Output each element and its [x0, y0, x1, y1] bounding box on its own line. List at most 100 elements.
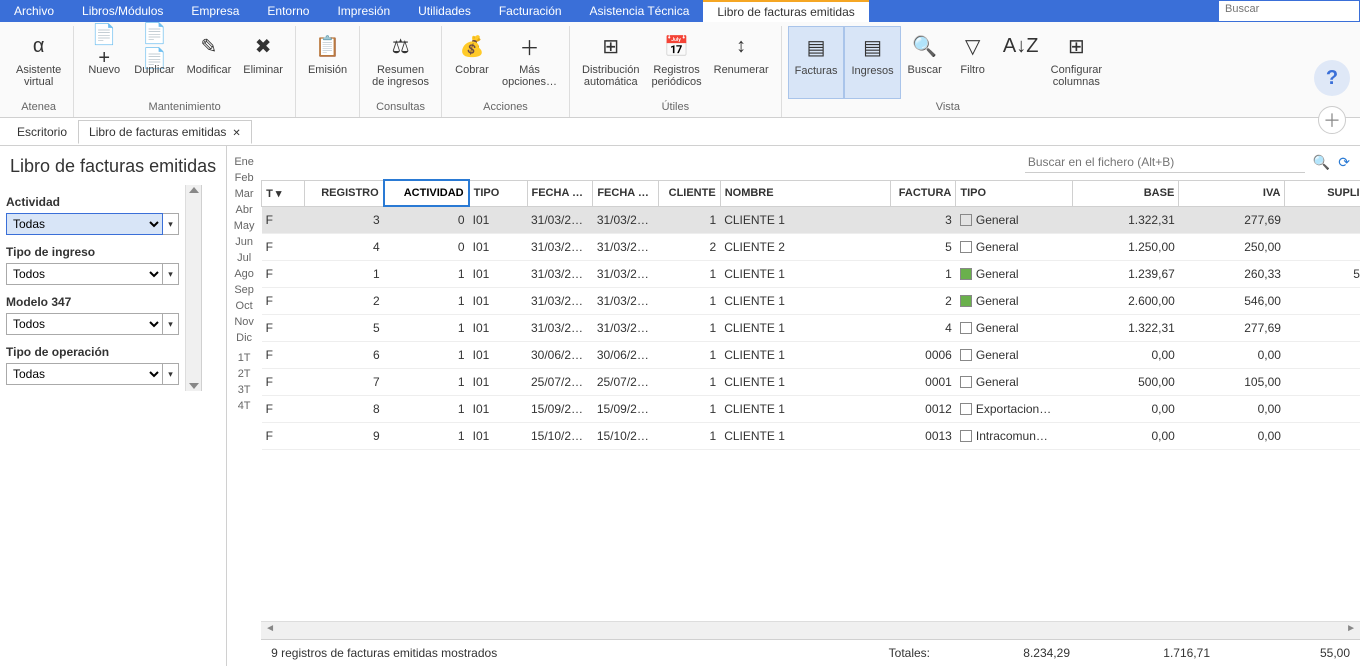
cobrar-button[interactable]: 💰Cobrar — [448, 26, 496, 99]
month-item[interactable]: 4T — [227, 398, 261, 414]
orden-button[interactable]: A↓Z — [997, 26, 1045, 99]
registros-periodicos-button[interactable]: 📅Registrosperiódicos — [645, 26, 707, 99]
checkbox-icon[interactable] — [960, 322, 972, 334]
table-row[interactable]: F30I0131/03/20…31/03/20…1CLIENTE 13Gener… — [262, 206, 1360, 234]
chevron-down-icon[interactable]: ▾ — [163, 213, 179, 235]
filter-select-modelo347[interactable]: Todos — [6, 313, 163, 335]
month-item[interactable]: Feb — [227, 170, 261, 186]
refresh-icon[interactable]: ⟳ — [1338, 154, 1350, 171]
month-item[interactable]: Abr — [227, 202, 261, 218]
table-row[interactable]: F21I0131/03/20…31/03/20…1CLIENTE 12Gener… — [262, 288, 1360, 315]
month-item[interactable]: Jun — [227, 234, 261, 250]
active-context-tab[interactable]: Libro de facturas emitidas — [703, 0, 868, 22]
configurar-columnas-button[interactable]: ⊞Configurarcolumnas — [1045, 26, 1108, 99]
month-item[interactable]: Ago — [227, 266, 261, 282]
column-header-actividad[interactable]: ACTIVIDAD — [384, 180, 469, 206]
column-header-registro[interactable]: REGISTRO — [304, 180, 384, 206]
search-icon[interactable]: 🔍 — [1313, 154, 1330, 171]
data-grid[interactable]: T ▾REGISTROACTIVIDADTIPOFECHA R…FECHA E…… — [261, 179, 1360, 450]
nuevo-button[interactable]: 📄+Nuevo — [80, 26, 128, 99]
eliminar-button[interactable]: ✖Eliminar — [237, 26, 289, 99]
add-tab-button[interactable]: ＋ — [1318, 106, 1346, 134]
checkbox-icon[interactable] — [960, 295, 972, 307]
table-row[interactable]: F51I0131/03/20…31/03/20…1CLIENTE 14Gener… — [262, 315, 1360, 342]
chevron-down-icon[interactable]: ▾ — [273, 188, 282, 200]
column-header-iva[interactable]: IVA — [1179, 180, 1285, 206]
menu-item[interactable]: Libros/Módulos — [68, 0, 177, 22]
column-header-nombre[interactable]: NOMBRE — [720, 180, 890, 206]
checkbox-icon[interactable] — [960, 430, 972, 442]
menu-item[interactable]: Archivo — [0, 0, 68, 22]
global-search[interactable] — [1219, 1, 1359, 21]
table-row[interactable]: F71I0125/07/20…25/07/20…1CLIENTE 10001Ge… — [262, 369, 1360, 396]
menu-item[interactable]: Facturación — [485, 0, 576, 22]
menu-item[interactable]: Entorno — [253, 0, 323, 22]
month-item[interactable]: 1T — [227, 350, 261, 366]
checkbox-icon[interactable] — [960, 241, 972, 253]
month-item[interactable]: 3T — [227, 382, 261, 398]
asistente-virtual-button[interactable]: αAsistentevirtual — [10, 26, 67, 99]
column-header-factura[interactable]: FACTURA — [890, 180, 956, 206]
month-item[interactable]: Mar — [227, 186, 261, 202]
table-row[interactable]: F91I0115/10/20…15/10/20…1CLIENTE 10013In… — [262, 423, 1360, 450]
menu-item[interactable]: Empresa — [177, 0, 253, 22]
checkbox-icon[interactable] — [960, 349, 972, 361]
duplicar-button[interactable]: 📄📄Duplicar — [128, 26, 180, 99]
resumen-ingresos-button[interactable]: ⚖Resumende ingresos — [366, 26, 435, 99]
month-item[interactable]: Jul — [227, 250, 261, 266]
menu-item[interactable]: Impresión — [323, 0, 404, 22]
filter-select-actividad[interactable]: Todas — [6, 213, 163, 235]
chevron-down-icon[interactable]: ▾ — [163, 263, 179, 285]
cell-nombre: CLIENTE 2 — [720, 234, 890, 261]
column-header-base[interactable]: BASE — [1073, 180, 1179, 206]
table-row[interactable]: F40I0131/03/20…31/03/20…2CLIENTE 25Gener… — [262, 234, 1360, 261]
column-header-t[interactable]: T ▾ — [262, 180, 304, 206]
month-item[interactable]: Dic — [227, 330, 261, 346]
month-item[interactable]: Oct — [227, 298, 261, 314]
menu-item[interactable]: Utilidades — [404, 0, 485, 22]
cell-t: F — [262, 261, 304, 288]
grid-search-input[interactable] — [1025, 152, 1305, 173]
table-row[interactable]: F61I0130/06/20…30/06/20…1CLIENTE 10006Ge… — [262, 342, 1360, 369]
filter-scrollbar[interactable] — [185, 185, 201, 391]
renumerar-button[interactable]: ↕Renumerar — [708, 26, 775, 99]
month-item[interactable]: 2T — [227, 366, 261, 382]
checkbox-icon[interactable] — [960, 403, 972, 415]
filter-select-tipo_ingreso[interactable]: Todos — [6, 263, 163, 285]
month-item[interactable]: Ene — [227, 154, 261, 170]
emision-button[interactable]: 📋Emisión — [302, 26, 353, 111]
close-icon[interactable]: ✕ — [232, 128, 240, 139]
column-header-tipo2[interactable]: TIPO — [956, 180, 1073, 206]
horizontal-scrollbar[interactable] — [261, 621, 1360, 639]
doc-tab[interactable]: Escritorio — [6, 120, 78, 144]
month-item[interactable]: Sep — [227, 282, 261, 298]
buscar-button[interactable]: 🔍Buscar — [901, 26, 949, 99]
column-header-tipo[interactable]: TIPO — [469, 180, 527, 206]
ribbon-button-label: Filtro — [960, 64, 984, 76]
help-icon[interactable]: ? — [1314, 60, 1350, 96]
filter-select-tipo_operacion[interactable]: Todas — [6, 363, 163, 385]
modificar-button[interactable]: ✎Modificar — [181, 26, 238, 99]
month-item[interactable]: Nov — [227, 314, 261, 330]
ingresos-button[interactable]: ▤Ingresos — [844, 26, 900, 99]
checkbox-icon[interactable] — [960, 214, 972, 226]
doc-tab[interactable]: Libro de facturas emitidas✕ — [78, 120, 252, 144]
global-search-input[interactable] — [1219, 1, 1359, 17]
menu-item[interactable]: Asistencia Técnica — [576, 0, 704, 22]
column-header-fecha_e[interactable]: FECHA E… — [593, 180, 659, 206]
distribucion-automatica-button[interactable]: ⊞Distribuciónautomática — [576, 26, 645, 99]
cell-tipo: I01 — [469, 261, 527, 288]
chevron-down-icon[interactable]: ▾ — [163, 313, 179, 335]
facturas-button[interactable]: ▤Facturas — [788, 26, 845, 99]
table-row[interactable]: F11I0131/03/20…31/03/20…1CLIENTE 11Gener… — [262, 261, 1360, 288]
checkbox-icon[interactable] — [960, 376, 972, 388]
mas-opciones-button[interactable]: ＋Másopciones… — [496, 26, 563, 99]
table-row[interactable]: F81I0115/09/20…15/09/20…1CLIENTE 10012Ex… — [262, 396, 1360, 423]
column-header-fecha_r[interactable]: FECHA R… — [527, 180, 593, 206]
checkbox-icon[interactable] — [960, 268, 972, 280]
chevron-down-icon[interactable]: ▾ — [163, 363, 179, 385]
month-item[interactable]: May — [227, 218, 261, 234]
column-header-suplido[interactable]: SUPLIDO — [1285, 180, 1360, 206]
column-header-cliente[interactable]: CLIENTE — [659, 180, 721, 206]
filtro-button[interactable]: ▽Filtro — [949, 26, 997, 99]
